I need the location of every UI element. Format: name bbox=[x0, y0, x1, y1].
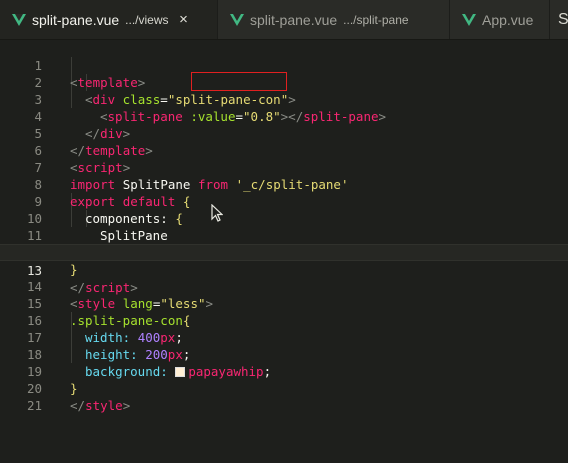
code-line: 10 SplitPane bbox=[0, 193, 568, 243]
code-line: 12 } bbox=[0, 227, 568, 277]
code-line: 19 } bbox=[0, 346, 568, 396]
tab-bar: split-pane.vue .../views × split-pane.vu… bbox=[0, 0, 568, 40]
vue-file-icon bbox=[12, 13, 26, 26]
code-line: 11 } bbox=[0, 210, 568, 260]
code-line: 15 .split-pane-con{ bbox=[0, 278, 568, 328]
tab-overflow[interactable]: S bbox=[550, 0, 568, 39]
tab-label: split-pane.vue bbox=[250, 11, 338, 28]
highlight-annotation-box bbox=[191, 72, 287, 91]
tab-path: .../views bbox=[125, 12, 169, 27]
code-line: 20 </style> bbox=[0, 363, 568, 413]
code-line: 21 bbox=[0, 380, 568, 413]
code-line-current: 13 </script> bbox=[0, 244, 568, 295]
tab-path: .../split-pane bbox=[343, 12, 409, 27]
vue-file-icon bbox=[462, 13, 476, 26]
code-line: 14 <style lang="less"> bbox=[0, 261, 568, 311]
code-line: 17 height: 200px; bbox=[0, 312, 568, 362]
code-editor[interactable]: 1 <template> 2 <div class="split-pane-co… bbox=[0, 40, 568, 463]
code-line: 7 import SplitPane from '_c/split-pane' bbox=[0, 142, 568, 192]
code-line: 4 </div> bbox=[0, 91, 568, 141]
code-text: </style> bbox=[70, 398, 131, 413]
vue-file-icon bbox=[230, 13, 244, 26]
tab-split-pane-component[interactable]: split-pane.vue .../split-pane bbox=[218, 0, 450, 39]
code-line: 16 width: 400px; bbox=[0, 295, 568, 345]
code-line: 6 <script> bbox=[0, 125, 568, 175]
code-line: 18 background: papayawhip; bbox=[0, 329, 568, 379]
tab-label: App.vue bbox=[482, 11, 534, 28]
tab-split-pane-views[interactable]: split-pane.vue .../views × bbox=[0, 0, 218, 39]
code-line: 8 export default { bbox=[0, 159, 568, 209]
mouse-cursor-icon bbox=[211, 204, 223, 222]
code-line: 1 <template> bbox=[0, 40, 568, 90]
line-number: 21 bbox=[26, 398, 42, 413]
code-line: 9 components: { bbox=[0, 176, 568, 226]
tab-app-vue[interactable]: App.vue bbox=[450, 0, 550, 39]
close-icon[interactable]: × bbox=[177, 11, 191, 28]
tab-label: split-pane.vue bbox=[32, 11, 120, 28]
code-line: 5 </template> bbox=[0, 108, 568, 158]
